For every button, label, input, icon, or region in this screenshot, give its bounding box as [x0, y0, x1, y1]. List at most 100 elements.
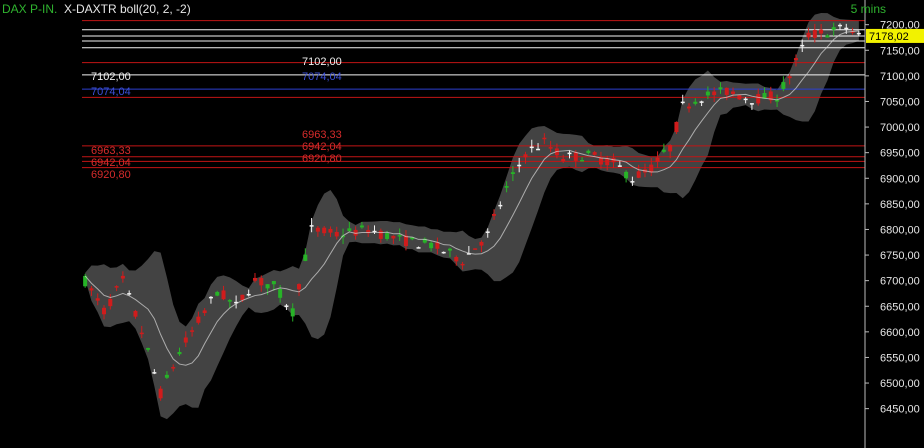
- level-label: 6942,04: [91, 157, 131, 169]
- candle-body: [580, 160, 585, 162]
- candle-body: [284, 305, 289, 307]
- candle-body: [668, 145, 673, 152]
- candle-body: [196, 316, 201, 323]
- candle-body: [624, 171, 629, 179]
- level-label: 6963,33: [302, 129, 342, 141]
- level-label: 6942,04: [302, 141, 342, 153]
- candle-body: [391, 235, 396, 239]
- candle-body: [598, 157, 603, 165]
- candle-body: [171, 367, 176, 369]
- candle-body: [573, 152, 578, 161]
- candle-body: [705, 91, 710, 96]
- candle-body: [139, 332, 144, 335]
- candle-body: [108, 298, 113, 307]
- candle-body: [120, 275, 125, 279]
- candle-body: [322, 227, 327, 234]
- candle-body: [397, 235, 402, 237]
- candle-body: [743, 98, 748, 101]
- candle-body: [510, 172, 515, 174]
- candle-body: [271, 281, 276, 285]
- candle-body: [592, 152, 597, 155]
- candle-body: [712, 91, 717, 96]
- candle-body: [309, 225, 314, 227]
- candle-body: [190, 330, 195, 332]
- candle-body: [454, 257, 459, 262]
- candle-body: [102, 307, 107, 315]
- candle-body: [749, 103, 754, 105]
- candle-body: [542, 137, 547, 140]
- y-tick-label: 7150,00: [880, 45, 920, 57]
- candle-body: [114, 286, 119, 288]
- candle-body: [183, 337, 188, 343]
- candle-body: [221, 290, 226, 300]
- y-tick-label: 6800,00: [880, 224, 920, 236]
- candle-body: [246, 293, 251, 296]
- candle-body: [429, 242, 434, 249]
- y-tick-label: 7100,00: [880, 71, 920, 83]
- candle-body: [328, 228, 333, 233]
- candle-body: [548, 147, 553, 149]
- y-tick-label: 6950,00: [880, 148, 920, 160]
- candle-body: [297, 284, 302, 290]
- candle-body: [278, 289, 283, 298]
- candle-body: [202, 310, 207, 314]
- level-label: 6963,33: [91, 145, 131, 157]
- candle-body: [561, 158, 566, 162]
- candle-body: [523, 154, 528, 158]
- candle-body: [812, 29, 817, 38]
- candle-body: [787, 76, 792, 79]
- candle-body: [617, 165, 622, 167]
- candle-body: [687, 106, 692, 109]
- candle-body: [315, 227, 320, 232]
- candle-body: [133, 310, 138, 317]
- y-tick-label: 6650,00: [880, 301, 920, 313]
- price-chart[interactable]: 7102,00 7102,00 7074,04 7074,04 6963,33 6963,…: [0, 0, 924, 448]
- candle-body: [844, 27, 849, 30]
- candle-body: [831, 27, 836, 30]
- level-label: 7102,00: [302, 56, 342, 68]
- candle-body: [158, 388, 163, 399]
- candle-body: [517, 164, 522, 167]
- candle-body: [208, 296, 213, 299]
- candle-body: [661, 149, 666, 152]
- candle-body: [290, 308, 295, 317]
- candle-body: [303, 254, 308, 261]
- candle-body: [498, 204, 503, 207]
- candle-body: [215, 291, 220, 296]
- candle-body: [416, 247, 421, 249]
- level-label: 7074,04: [302, 71, 342, 83]
- candle-body: [781, 82, 786, 89]
- candle-body: [334, 231, 339, 237]
- candle-body: [567, 152, 572, 155]
- candle-body: [485, 231, 490, 233]
- candle-body: [177, 351, 182, 355]
- chart-background: [0, 0, 924, 448]
- candle-body: [837, 24, 842, 27]
- candle-body: [95, 298, 100, 301]
- y-tick-label: 6700,00: [880, 276, 920, 288]
- candle-body: [164, 374, 169, 378]
- candle-body: [756, 94, 761, 104]
- candle-body: [856, 32, 861, 35]
- y-tick-label: 7050,00: [880, 96, 920, 108]
- level-label: 7074,04: [91, 86, 131, 98]
- candle-body: [674, 121, 679, 133]
- y-tick-label: 6900,00: [880, 173, 920, 185]
- level-label: 7102,00: [91, 71, 131, 83]
- candle-body: [806, 32, 811, 38]
- candle-body: [460, 263, 465, 266]
- y-tick-label: 6450,00: [880, 404, 920, 416]
- candle-body: [731, 91, 736, 94]
- y-tick-label: 6850,00: [880, 199, 920, 211]
- candle-body: [699, 101, 704, 103]
- candle-body: [385, 233, 390, 239]
- candle-body: [252, 277, 257, 281]
- candle-body: [359, 225, 364, 228]
- candle-body: [793, 58, 798, 61]
- level-label: 6920,80: [91, 169, 131, 181]
- indicator-label: X-DAXTR boll(20, 2, -2): [64, 2, 191, 16]
- candle-body: [718, 87, 723, 90]
- candle-body: [479, 241, 484, 246]
- y-tick-label: 6550,00: [880, 352, 920, 364]
- timeframe-label: 5 mins: [850, 2, 886, 16]
